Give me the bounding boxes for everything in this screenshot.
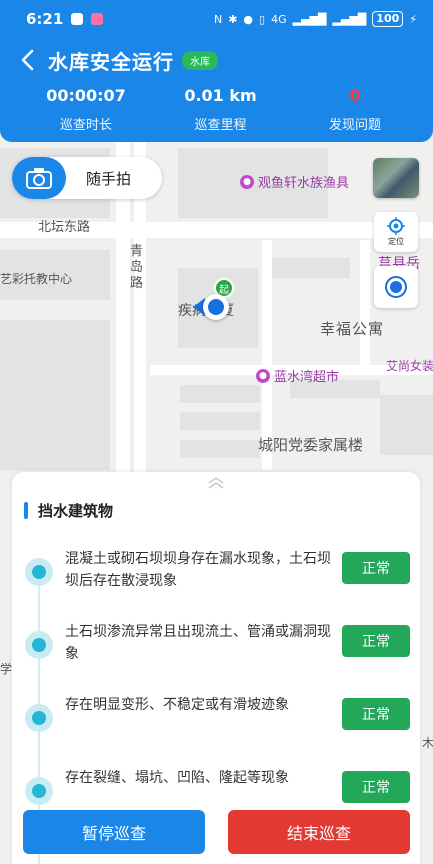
map-block [180,385,260,403]
checklist-item: 存在明显变形、不稳定或有滑坡迹象 正常 [12,690,420,750]
stat-label: 发现问题 [328,118,381,133]
stat-value: 0 [349,86,361,105]
app-header: 6:21 N ✱ ● ▯ 4G ▂▄▆█ ▂▄▆█ 100 ⚡ 水库安全运行 水… [0,0,433,142]
status-button[interactable]: 正常 [342,552,410,584]
map-label-place: 幸福公寓 [320,320,385,338]
charging-icon: ⚡ [409,12,417,26]
end-patrol-button[interactable]: 结束巡查 [228,810,410,854]
shop-icon: ● [256,368,270,383]
locate-button[interactable]: 定位 [374,212,418,252]
vibrate-icon: ▯ [259,12,266,26]
checklist-item: 混凝土或砌石坝坝身存在漏水现象，土石坝坝后存在散浸现象 正常 [12,544,420,604]
category-tag: 水库 [182,50,218,70]
status-button[interactable]: 正常 [342,698,410,730]
page-title: 水库安全运行 [48,49,174,74]
map-label-place: 艾尚女装 [386,359,433,373]
current-location-marker [203,294,229,320]
checklist-item-text: 混凝土或砌石坝坝身存在漏水现象，土石坝坝后存在散浸现象 [65,551,331,589]
pause-patrol-button[interactable]: 暂停巡查 [23,810,205,854]
map-poi-label: 蓝水湾超市 [274,370,340,385]
location-icon: ● [243,12,254,26]
signal-icon-2: ▂▄▆█ [332,12,367,26]
nfc-icon: N [213,12,223,26]
stat-duration: 00:00:07 巡查时长 [26,86,146,133]
notification-icon [71,13,84,25]
camera-icon [12,157,66,199]
stats-row: 00:00:07 巡查时长 0.01 km 巡查里程 0 发现问题 [0,82,433,133]
recenter-button[interactable] [374,266,418,308]
checklist-item-text: 存在明显变形、不稳定或有滑坡迹象 [65,697,289,713]
map-label-road: 北坛东路 [38,220,91,235]
map-poi[interactable]: ● 蓝水湾超市 [256,366,339,385]
timeline-node-icon [25,631,53,659]
section-header: 挡水建筑物 [12,496,420,524]
panel-collapse-handle[interactable] [12,472,420,494]
signal-icon: ▂▄▆█ [292,12,327,26]
footer-actions: 暂停巡查 结束巡查 [0,800,433,864]
status-button[interactable]: 正常 [342,625,410,657]
back-button[interactable] [14,47,40,73]
checklist-item-text: 土石坝渗流异常且出现流土、管涌或漏洞现象 [65,624,331,662]
network-type: 4G [271,12,287,26]
stat-issues[interactable]: 0 发现问题 [295,86,415,133]
map-block [180,440,260,458]
bluetooth-icon: ✱ [228,12,238,26]
map-label-road: 青岛路 [130,244,144,291]
snap-photo-button[interactable]: 随手拍 [12,157,162,199]
app-notification-icon [91,13,104,25]
stat-label: 巡查里程 [194,118,247,133]
status-time: 6:21 [26,10,64,28]
target-icon [385,276,407,298]
shop-icon: ● [240,174,254,189]
status-bar: 6:21 N ✱ ● ▯ 4G ▂▄▆█ ▂▄▆█ 100 ⚡ [0,0,433,38]
timeline-node-icon [25,704,53,732]
map-label-place: 艺彩托教中心 [0,272,73,286]
chevron-up-double-icon [208,477,224,489]
stat-label: 巡查时长 [59,118,112,133]
map-road [360,240,370,370]
stat-value: 00:00:07 [46,86,126,105]
map-block [380,395,433,455]
section-title: 挡水建筑物 [38,501,114,520]
chevron-left-icon [21,49,34,71]
satellite-layer-button[interactable] [373,158,419,198]
checklist-item-text: 存在裂缝、塌坑、凹陷、隆起等现象 [65,770,289,786]
snap-photo-label: 随手拍 [86,169,132,188]
status-button[interactable]: 正常 [342,771,410,803]
map-block [180,412,260,430]
stat-distance: 0.01 km 巡查里程 [161,86,281,133]
map-block [0,320,110,470]
map-label-place: 城阳党委家属楼 [258,436,364,454]
crosshair-icon [387,217,405,235]
checklist-item: 土石坝渗流异常且出现流土、管涌或漏洞现象 正常 [12,617,420,677]
map-label-edge: 学 [0,662,13,676]
battery-icon: 100 [372,11,404,27]
map-poi-label: 观鱼轩水族渔具 [258,176,350,191]
timeline-node-icon [25,558,53,586]
section-accent-bar [24,501,28,519]
map-label-edge: 木 [422,736,433,750]
map-poi[interactable]: ● 观鱼轩水族渔具 [240,172,349,191]
map-block [270,258,350,278]
stat-value: 0.01 km [184,86,257,105]
locate-label: 定位 [388,237,404,246]
